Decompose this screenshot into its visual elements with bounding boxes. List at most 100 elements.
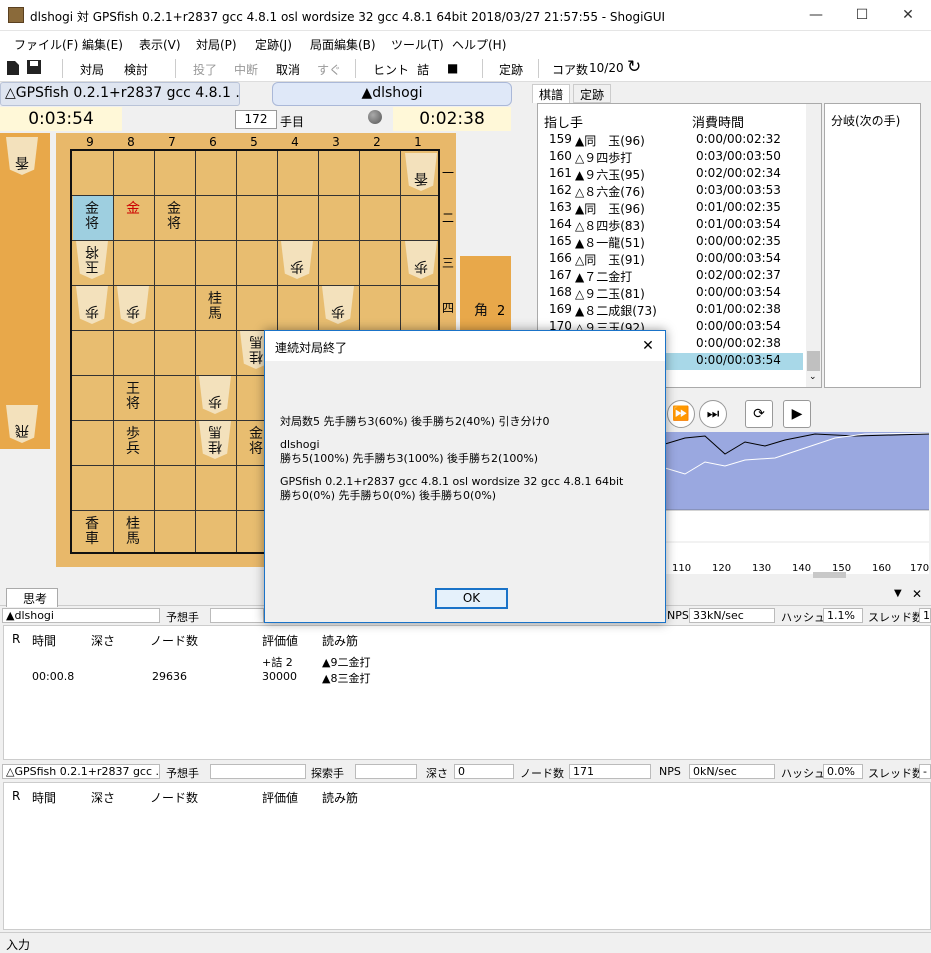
gote-hand-lance[interactable]: 香 bbox=[6, 137, 38, 175]
board-piece[interactable]: 王将 bbox=[117, 376, 149, 414]
board-piece[interactable]: 桂馬 bbox=[199, 286, 231, 324]
kifu-row[interactable]: 169 ▲８二成銀(73) 0:01/00:02:38 bbox=[541, 302, 803, 319]
kifu-move: ▲７二金打 bbox=[575, 270, 633, 284]
board-piece[interactable]: 金将 bbox=[76, 196, 108, 234]
hint-button[interactable]: ヒント bbox=[373, 61, 409, 78]
gote-clock: 0:03:54 bbox=[0, 107, 122, 131]
board-piece[interactable]: 金将 bbox=[158, 196, 190, 234]
board-piece[interactable]: 歩 bbox=[322, 286, 354, 324]
cores-value: 10/20 bbox=[589, 61, 624, 75]
nps-value: 33kN/sec bbox=[689, 608, 775, 623]
branch-panel[interactable] bbox=[824, 103, 921, 388]
board-piece[interactable]: 歩 bbox=[281, 241, 313, 279]
status-text: 入力 bbox=[6, 938, 31, 952]
board-piece[interactable]: 歩兵 bbox=[117, 421, 149, 459]
kifu-row[interactable]: 163 ▲同 玉(96) 0:01/00:02:35 bbox=[541, 200, 803, 217]
close-icon[interactable]: ✕ bbox=[912, 587, 922, 601]
menu-position-edit[interactable]: 局面編集(B) bbox=[310, 36, 376, 53]
kifu-col-move: 指し手 bbox=[544, 116, 584, 131]
rank-label: 三 bbox=[442, 256, 455, 270]
menu-file[interactable]: ファイル(F) bbox=[14, 36, 78, 53]
move-now-button[interactable]: すぐ bbox=[317, 61, 341, 78]
tab-joseki[interactable]: 定跡 bbox=[573, 84, 612, 103]
kifu-time: 0:00/00:02:35 bbox=[696, 234, 781, 248]
fast-forward-icon[interactable]: ⏩ bbox=[667, 400, 695, 428]
sente-clock: 0:02:38 bbox=[393, 107, 511, 131]
gote-piece-stand: 香 飛 bbox=[0, 133, 50, 449]
maximize-button[interactable]: ☐ bbox=[839, 0, 885, 31]
skip-end-icon[interactable]: ⏭ bbox=[699, 400, 727, 428]
board-piece[interactable]: 香車 bbox=[76, 511, 108, 549]
close-button[interactable]: ✕ bbox=[885, 0, 931, 31]
thread-label: スレッド数 bbox=[868, 767, 923, 780]
play-button[interactable]: 対局 bbox=[80, 61, 104, 78]
kifu-row[interactable]: 161 ▲９六玉(95) 0:02/00:02:34 bbox=[541, 166, 803, 183]
tab-kifu[interactable]: 棋譜 bbox=[532, 84, 571, 103]
dialog-title-bar: 連続対局終了 ✕ bbox=[265, 331, 665, 361]
kifu-row[interactable]: 160 △９四歩打 0:03/00:03:50 bbox=[541, 149, 803, 166]
board-piece[interactable]: 歩 bbox=[76, 286, 108, 324]
tab-think[interactable]: 思考 bbox=[6, 588, 58, 607]
kifu-scroll-thumb[interactable] bbox=[807, 351, 820, 371]
analyze-button[interactable]: 検討 bbox=[124, 61, 148, 78]
menu-play[interactable]: 対局(P) bbox=[196, 36, 237, 53]
board-piece[interactable]: 歩 bbox=[405, 241, 437, 279]
resign-button[interactable]: 投了 bbox=[193, 61, 217, 78]
sente-engine-name: ▲dlshogi bbox=[2, 608, 160, 623]
save-icon[interactable] bbox=[26, 59, 42, 75]
kifu-move: ▲８一龍(51) bbox=[575, 236, 645, 250]
rank-label: 二 bbox=[442, 211, 455, 225]
board-piece[interactable]: 桂馬 bbox=[199, 421, 231, 459]
board-piece[interactable]: 桂馬 bbox=[117, 511, 149, 549]
kifu-scrollbar[interactable]: ⌄ bbox=[806, 104, 821, 387]
gote-think-panel[interactable]: R 時間 深さ ノード数 評価値 読み筋 bbox=[3, 782, 931, 930]
play-icon[interactable]: ▶ bbox=[783, 400, 811, 428]
sente-think-panel[interactable]: R 時間 深さ ノード数 評価値 読み筋 +詰 2 ▲9二金打 00:00.8 … bbox=[3, 625, 931, 760]
chevron-down-icon[interactable]: ⌄ bbox=[809, 372, 817, 382]
board-piece[interactable]: 玉将 bbox=[76, 241, 108, 279]
gote-hand-rook[interactable]: 飛 bbox=[6, 405, 38, 443]
kifu-move: ▲同 玉(96) bbox=[575, 134, 645, 148]
new-file-icon[interactable] bbox=[6, 60, 20, 76]
hash-value: 0.0% bbox=[823, 764, 863, 779]
kifu-time: 0:01/00:03:54 bbox=[696, 217, 781, 231]
kifu-row[interactable]: 162 △８六金(76) 0:03/00:03:53 bbox=[541, 183, 803, 200]
board-piece[interactable]: 歩 bbox=[117, 286, 149, 324]
kifu-row[interactable]: 168 △９二玉(81) 0:00/00:03:54 bbox=[541, 285, 803, 302]
file-label: 1 bbox=[414, 135, 422, 149]
board-piece[interactable]: 歩 bbox=[199, 376, 231, 414]
rotate-board-icon[interactable]: ⟳ bbox=[745, 400, 773, 428]
menu-view[interactable]: 表示(V) bbox=[139, 36, 181, 53]
interrupt-button[interactable]: 中断 bbox=[234, 61, 258, 78]
ok-button[interactable]: OK bbox=[435, 588, 508, 609]
joseki-button[interactable]: 定跡 bbox=[499, 61, 523, 78]
minimize-button[interactable]: — bbox=[793, 0, 839, 31]
menu-help[interactable]: ヘルプ(H) bbox=[452, 36, 506, 53]
kifu-row[interactable]: 159 ▲同 玉(96) 0:00/00:02:32 bbox=[541, 132, 803, 149]
kifu-time: 0:00/00:03:54 bbox=[696, 285, 781, 299]
kifu-move-number: 161 bbox=[549, 166, 572, 180]
stop-icon[interactable]: ■ bbox=[447, 61, 458, 75]
menu-joseki[interactable]: 定跡(J) bbox=[255, 36, 292, 53]
kifu-row[interactable]: 166 △同 玉(91) 0:00/00:03:54 bbox=[541, 251, 803, 268]
board-piece[interactable]: 香 bbox=[405, 153, 437, 191]
file-label: 5 bbox=[250, 135, 258, 149]
kifu-time: 0:00/00:03:54 bbox=[696, 319, 781, 333]
menu-tools[interactable]: ツール(T) bbox=[391, 36, 444, 53]
kifu-row[interactable]: 167 ▲７二金打 0:02/00:02:37 bbox=[541, 268, 803, 285]
board-piece[interactable]: 金 bbox=[117, 196, 149, 234]
gote-player-name: △GPSfish 0.2.1+r2837 gcc 4.8.1 ... bbox=[0, 82, 240, 106]
file-label: 6 bbox=[209, 135, 217, 149]
dialog-summary: 対局数5 先手勝ち3(60%) 後手勝ち2(40%) 引き分け0 bbox=[280, 415, 550, 428]
nodes-value: 171 bbox=[569, 764, 651, 779]
refresh-icon[interactable]: ↻ bbox=[627, 57, 641, 77]
kifu-time: 0:00/00:03:54 bbox=[696, 353, 781, 367]
undo-button[interactable]: 取消 bbox=[276, 61, 300, 78]
mate-button[interactable]: 詰 bbox=[417, 61, 429, 78]
menu-edit[interactable]: 編集(E) bbox=[82, 36, 123, 53]
kifu-row[interactable]: 164 △８四歩(83) 0:01/00:03:54 bbox=[541, 217, 803, 234]
chevron-down-icon[interactable]: ▼ bbox=[894, 588, 902, 599]
dialog-close-icon[interactable]: ✕ bbox=[637, 335, 659, 357]
kifu-move-number: 164 bbox=[549, 217, 572, 231]
kifu-row[interactable]: 165 ▲８一龍(51) 0:00/00:02:35 bbox=[541, 234, 803, 251]
